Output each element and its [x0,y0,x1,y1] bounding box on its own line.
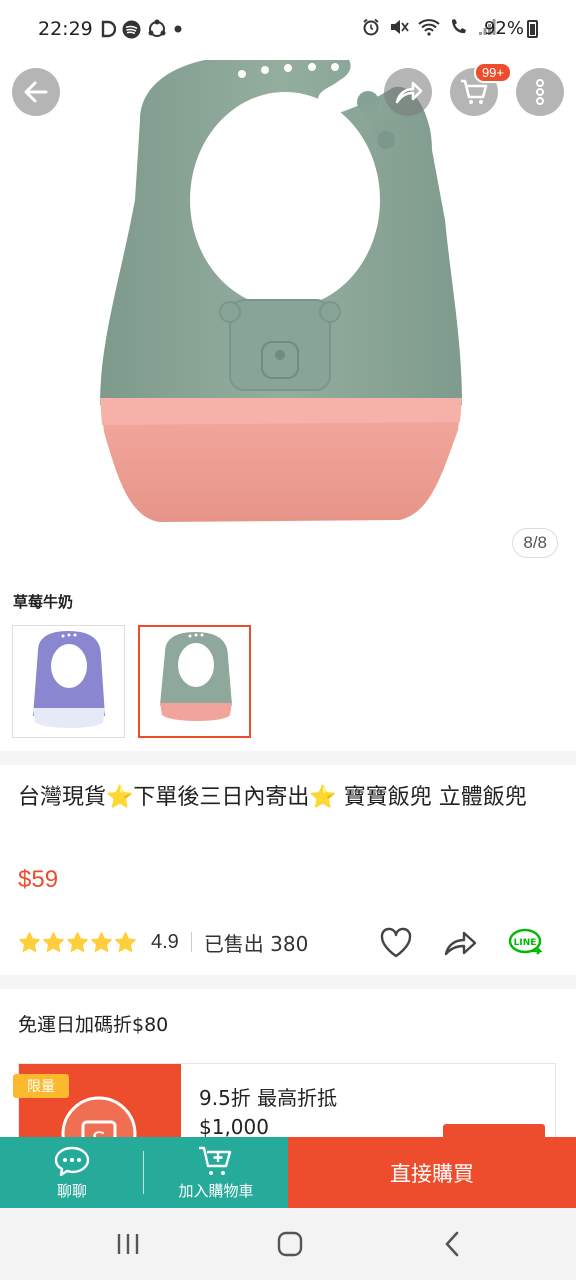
variant-thumb-purple[interactable] [12,625,125,738]
d-app-icon [101,20,116,38]
star-icon [91,931,112,952]
rating-value: 4.9 [151,930,179,953]
purple-bib-image [33,631,105,728]
heart-icon [380,927,412,958]
call-icon [452,19,466,34]
back-nav-button[interactable] [432,1228,472,1260]
system-nav-bar [0,1208,576,1280]
rating-separator [190,932,192,952]
home-icon [277,1231,303,1257]
voucher-section-title: 免運日加碼折$80 [18,1014,169,1036]
more-button[interactable] [516,68,564,116]
more-vertical-icon [536,79,544,105]
star-icon [43,931,64,952]
line-share-button[interactable]: LINE [508,924,546,962]
add-to-cart-label: 加入購物車 [178,1181,254,1200]
spotify-icon [122,20,141,38]
star-icon [115,931,136,952]
sold-count: 已售出 380 [203,931,309,956]
voucher-text: 9.5折 最高折抵 $1,000 [199,1084,337,1142]
recent-apps-button[interactable] [108,1228,148,1260]
status-right-icons [362,18,496,36]
status-left-icons [100,19,183,39]
add-cart-icon [199,1146,232,1175]
bottom-action-bar: 聊聊 加入購物車 直接購買 [0,1137,576,1208]
voucher-line1: 9.5折 最高折抵 [199,1086,338,1110]
share-product-button[interactable] [442,924,480,962]
line-icon: LINE [508,928,543,955]
star-icon [19,931,40,952]
product-image-gallery[interactable]: 99+ 8/8 [0,60,576,580]
arrow-left-icon [24,81,48,103]
chat-label: 聊聊 [56,1181,87,1200]
status-time: 22:29 [38,18,93,40]
product-image [100,60,462,522]
rating-stars [18,931,137,954]
back-button[interactable] [12,68,60,116]
mute-icon [391,20,409,34]
like-button[interactable] [377,924,415,962]
product-title: 台灣現貨⭐下單後三日內寄出⭐ 寶寶飯兜 立體飯兜 [18,785,527,810]
product-price: $59 [18,866,59,893]
wifi-icon [418,19,440,36]
cart-badge: 99+ [473,62,512,83]
rating-row[interactable]: 4.9 已售出 380 [18,925,308,959]
star-icon [67,931,88,952]
green-pink-bib-image [160,632,232,721]
battery-percent: 92% [483,18,524,39]
svg-text:LINE: LINE [514,938,537,948]
variant-label: 草莓牛奶 [13,593,74,611]
battery-icon [527,20,538,38]
alarm-icon [363,18,379,36]
section-divider [0,751,576,765]
section-divider [0,975,576,989]
chevron-left-icon [445,1231,459,1257]
home-button[interactable] [270,1228,310,1260]
add-to-cart-button[interactable]: 加入購物車 [144,1137,288,1208]
variant-thumb-green-pink[interactable] [138,625,251,738]
chat-icon [54,1146,90,1176]
dot-icon [174,25,182,33]
buy-now-button[interactable]: 直接購買 [288,1137,576,1208]
status-bar: 22:29 92% [0,0,576,60]
sync-icon [148,19,166,37]
share-button[interactable] [384,68,432,116]
chat-button[interactable]: 聊聊 [0,1137,144,1208]
share-icon [444,931,477,956]
limited-tag: 限量 [13,1074,69,1098]
cart-button[interactable]: 99+ [450,62,512,116]
share-icon [395,81,423,104]
recent-apps-icon [117,1234,139,1254]
image-page-counter: 8/8 [512,528,558,558]
